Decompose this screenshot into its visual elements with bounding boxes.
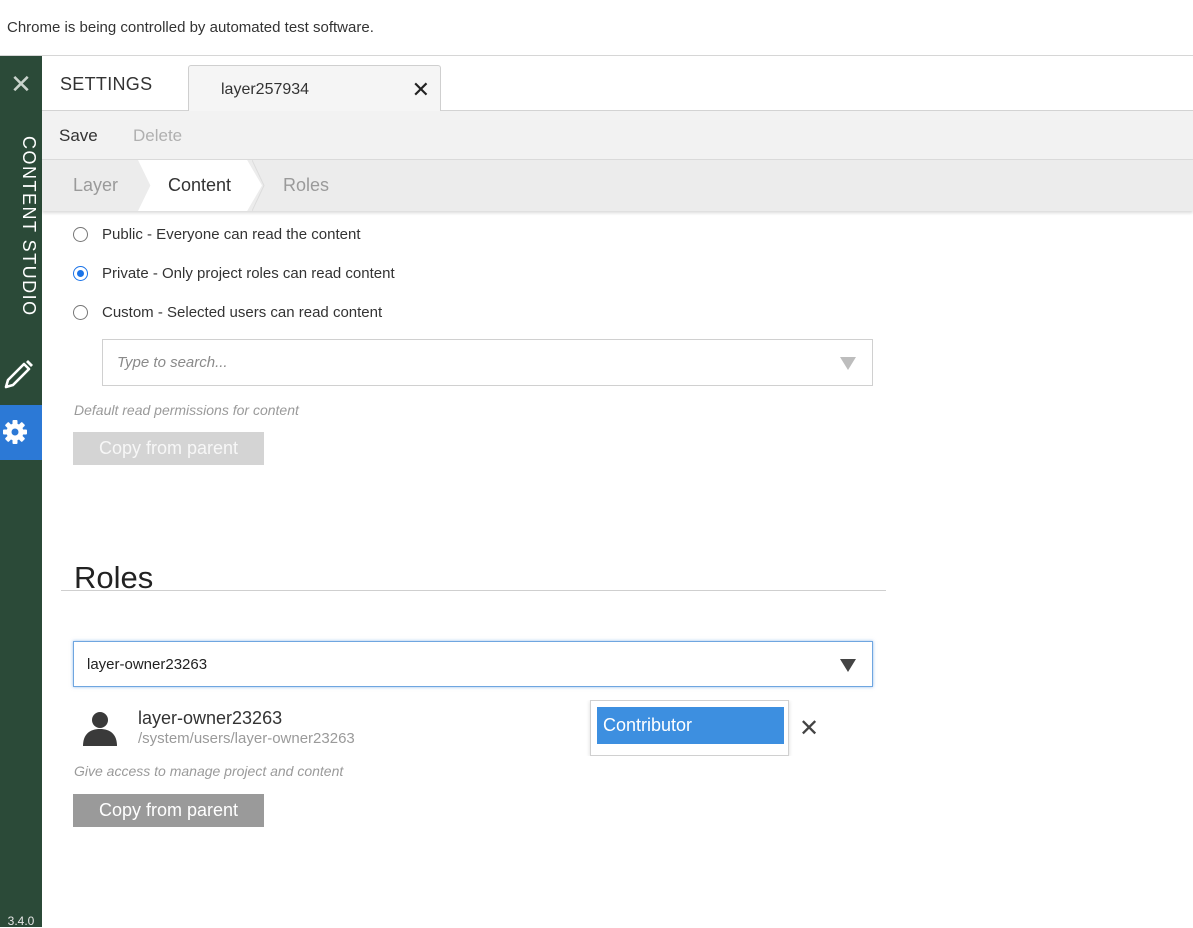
app-title: CONTENT STUDIO <box>3 136 39 326</box>
read-access-help: Default read permissions for content <box>74 402 299 418</box>
step-roles[interactable]: Roles <box>283 160 329 211</box>
close-icon[interactable]: ✕ <box>0 66 42 102</box>
radio-custom[interactable]: Custom - Selected users can read content <box>73 301 382 323</box>
close-icon[interactable]: ✕ <box>412 77 430 103</box>
radio-button[interactable] <box>73 304 88 320</box>
custom-users-search[interactable]: Type to search... <box>102 339 873 386</box>
wizard-steps: Layer Content Roles <box>42 160 1193 211</box>
gear-icon[interactable] <box>0 405 42 460</box>
close-icon[interactable]: ✕ <box>799 714 819 743</box>
user-name: layer-owner23263 <box>138 708 283 728</box>
chevron-down-icon[interactable] <box>840 659 856 672</box>
chevron-down-icon[interactable] <box>840 357 856 370</box>
tab-layer[interactable]: layer257934 ✕ <box>188 65 441 112</box>
radio-label: Custom - Selected users can read content <box>102 303 383 321</box>
step-layer[interactable]: Layer <box>73 160 118 211</box>
radio-label: Public - Everyone can read the content <box>102 225 361 243</box>
divider <box>61 590 886 591</box>
infobar-text: Chrome is being controlled by automated … <box>7 19 374 36</box>
roles-search-input[interactable]: layer-owner23263 <box>87 656 207 673</box>
pencil-icon[interactable] <box>0 354 42 398</box>
copy-from-parent-button[interactable]: Copy from parent <box>73 432 264 465</box>
radio-label: Private - Only project roles can read co… <box>102 264 395 282</box>
settings-label[interactable]: SETTINGS <box>60 74 152 95</box>
roles-principal-selector[interactable]: layer-owner23263 <box>73 641 873 687</box>
toolbar: Save Delete <box>42 111 1193 160</box>
role-dropdown[interactable]: Contributor <box>590 700 789 756</box>
tab-label: layer257934 <box>221 81 310 98</box>
version-label: 3.4.0 <box>7 914 35 928</box>
app-title-text: CONTENT STUDIO <box>19 136 39 317</box>
step-content[interactable]: Content <box>168 160 231 211</box>
tab-bar: SETTINGS layer257934 ✕ <box>42 56 1193 112</box>
save-button[interactable]: Save <box>59 126 98 146</box>
delete-button[interactable]: Delete <box>133 126 182 146</box>
radio-button[interactable] <box>73 226 88 242</box>
automation-infobar: Chrome is being controlled by automated … <box>0 0 1193 56</box>
role-option-contributor[interactable]: Contributor <box>597 707 784 744</box>
roles-help: Give access to manage project and conten… <box>74 763 344 779</box>
search-input[interactable]: Type to search... <box>117 354 228 371</box>
radio-private[interactable]: Private - Only project roles can read co… <box>73 262 395 284</box>
user-avatar-icon <box>81 710 119 746</box>
copy-from-parent-button[interactable]: Copy from parent <box>73 794 264 827</box>
radio-public[interactable]: Public - Everyone can read the content <box>73 223 361 245</box>
app-sidebar: ✕ CONTENT STUDIO 3.4.0 <box>0 56 42 928</box>
user-path: /system/users/layer-owner23263 <box>138 730 355 747</box>
role-assignment-row: layer-owner23263 /system/users/layer-own… <box>73 700 833 756</box>
radio-button[interactable] <box>73 265 88 281</box>
step-separator <box>252 160 265 211</box>
